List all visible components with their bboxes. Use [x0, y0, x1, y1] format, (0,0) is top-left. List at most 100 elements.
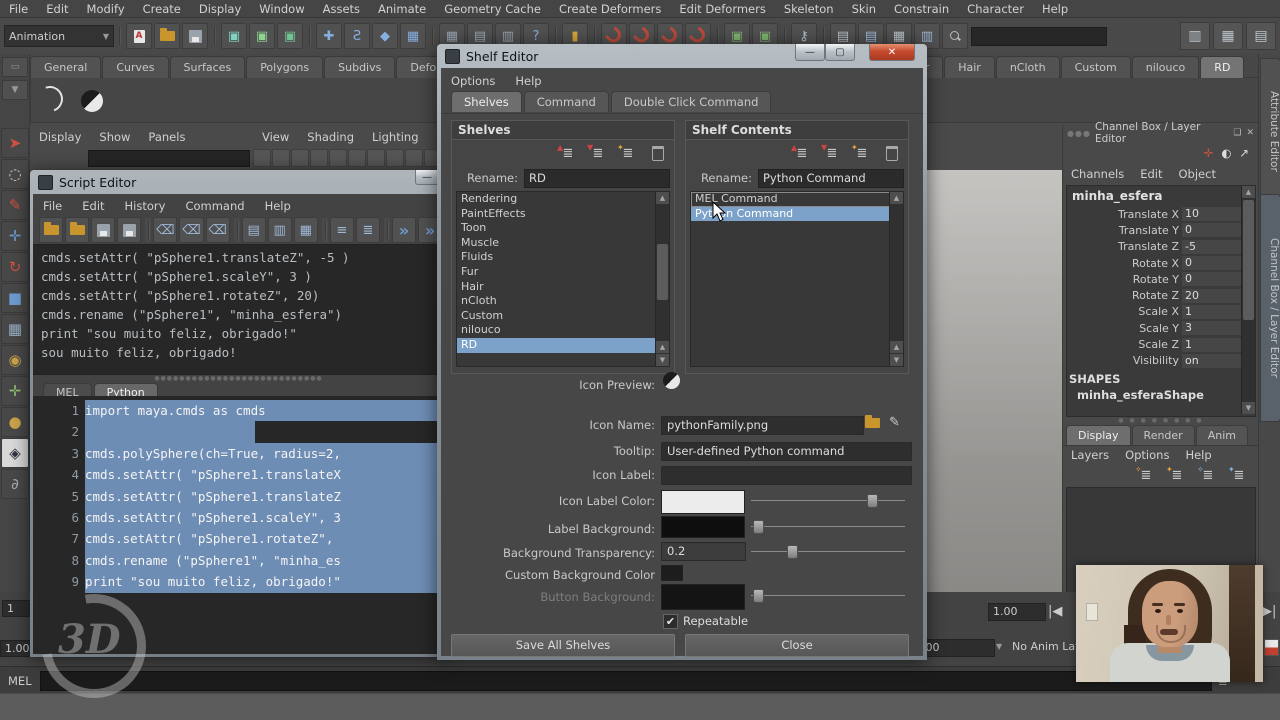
- layer-tab-anim[interactable]: Anim: [1195, 425, 1248, 445]
- viewport-icon-1[interactable]: [253, 149, 271, 167]
- move-shelf-down-icon[interactable]: ≣ ▼: [586, 143, 610, 163]
- shelf-editor-menu-options[interactable]: Options: [441, 71, 505, 91]
- icon-label-color-slider[interactable]: [751, 492, 905, 508]
- lasso-select-tool-icon[interactable]: ◌: [1, 159, 29, 189]
- new-empty-layer-icon[interactable]: ≣ ✧: [1196, 465, 1220, 485]
- saved-layouts-icon[interactable]: ▤: [1246, 22, 1276, 50]
- layer-menu-help[interactable]: Help: [1177, 446, 1219, 464]
- shelf-tab-custom[interactable]: Custom: [1060, 56, 1131, 78]
- shelf-list-item-muscle[interactable]: Muscle: [457, 236, 656, 251]
- snap-to-plane-icon[interactable]: ▦: [400, 23, 426, 49]
- shelf-list-item-ncloth[interactable]: nCloth: [457, 294, 656, 309]
- clear-all-icon[interactable]: ⌫: [205, 217, 230, 243]
- attribute-name[interactable]: Translate Z: [1067, 240, 1182, 253]
- select-tool-icon[interactable]: ➤: [1, 128, 29, 158]
- script-editor-menu-history[interactable]: History: [115, 196, 176, 216]
- open-scene-icon[interactable]: [154, 23, 180, 49]
- shape-name[interactable]: minha_esferaShape: [1067, 386, 1255, 402]
- manipulator-icon[interactable]: ✛: [1204, 146, 1214, 160]
- attribute-name[interactable]: Rotate X: [1067, 257, 1182, 270]
- script-editor-menu-edit[interactable]: Edit: [72, 196, 114, 216]
- search-input[interactable]: [971, 26, 1107, 46]
- shelf-list-item-fluids[interactable]: Fluids: [457, 250, 656, 265]
- scroll-up-icon[interactable]: ▲: [890, 192, 903, 204]
- load-script-icon[interactable]: [65, 217, 90, 243]
- new-item-icon[interactable]: ≣ ✦: [850, 143, 874, 163]
- execute-icon[interactable]: »: [391, 217, 417, 243]
- viewport-icon-9[interactable]: [405, 149, 423, 167]
- scroll-up-icon[interactable]: ▲: [1242, 186, 1255, 198]
- shelf-tab-ncloth[interactable]: nCloth: [995, 56, 1060, 78]
- save-script-to-shelf-icon[interactable]: [117, 217, 142, 243]
- attribute-name[interactable]: Translate X: [1067, 208, 1182, 221]
- perspective-viewport[interactable]: [927, 170, 1062, 592]
- tab-shelves[interactable]: Shelves: [451, 91, 522, 112]
- shelf-list-item-rd[interactable]: RD: [457, 337, 656, 353]
- channel-box-menu-object[interactable]: Object: [1171, 165, 1224, 183]
- shelf-tab-rd[interactable]: RD: [1200, 56, 1245, 78]
- mel-command-shelf-button[interactable]: [32, 81, 68, 117]
- menu-window[interactable]: Window: [250, 2, 313, 16]
- shelf-tab-surfaces[interactable]: Surfaces: [169, 56, 246, 78]
- close-icon[interactable]: ✕: [1244, 128, 1259, 138]
- shelf-list-item-hair[interactable]: Hair: [457, 280, 656, 295]
- attribute-name[interactable]: Rotate Y: [1067, 273, 1182, 286]
- universal-manipulator-tool-icon[interactable]: ▦: [1, 314, 29, 344]
- custom-background-color-swatch[interactable]: [661, 565, 683, 581]
- clear-history-icon[interactable]: ⌫: [153, 217, 178, 243]
- select-edit-icon[interactable]: ↗: [1239, 146, 1249, 160]
- background-transparency-input[interactable]: 0.2: [661, 542, 746, 561]
- save-script-icon[interactable]: [91, 217, 116, 243]
- contents-scrollbar[interactable]: ▲ ▲ ▼: [889, 192, 903, 366]
- select-by-component-icon[interactable]: ▣: [277, 23, 303, 49]
- menu-edit-deformers[interactable]: Edit Deformers: [670, 2, 774, 16]
- attribute-value-field[interactable]: 20: [1182, 288, 1247, 303]
- layout-input-only-icon[interactable]: ▥: [267, 217, 292, 243]
- layout-stacked-icon[interactable]: ▤: [241, 217, 266, 243]
- script-editor-menu-command[interactable]: Command: [175, 196, 254, 216]
- shelves-scrollbar[interactable]: ▲ ▲ ▼: [655, 192, 669, 366]
- attribute-value-field[interactable]: on: [1182, 353, 1247, 368]
- go-to-start-button[interactable]: |◀: [1048, 604, 1062, 619]
- last-tool-tool-icon[interactable]: ●: [1, 407, 29, 437]
- attribute-value-field[interactable]: -5: [1182, 239, 1247, 254]
- viewport-icon-4[interactable]: [310, 149, 328, 167]
- shelf-tab-general[interactable]: General: [30, 56, 102, 78]
- attribute-name[interactable]: Visibility: [1067, 354, 1182, 367]
- scroll-down-icon[interactable]: ▼: [656, 354, 669, 366]
- menu-character[interactable]: Character: [958, 2, 1033, 16]
- sculpt-tool-icon[interactable]: ∂: [1, 469, 29, 499]
- menu-modify[interactable]: Modify: [78, 2, 134, 16]
- background-transparency-slider[interactable]: [751, 543, 905, 559]
- speed-ramp-icon[interactable]: ◐: [1221, 146, 1231, 160]
- shelf-rename-input[interactable]: RD: [524, 168, 670, 188]
- show-line-numbers-icon[interactable]: ≣: [355, 217, 380, 243]
- snap-to-curve-icon[interactable]: Ƨ: [344, 23, 370, 49]
- script-input-pane[interactable]: 1 import maya.cmds as cmds 2 3 cmds.polySphe…: [33, 396, 444, 654]
- menu-geometry-cache[interactable]: Geometry Cache: [435, 2, 550, 16]
- label-background-swatch[interactable]: [661, 516, 745, 538]
- delete-shelf-icon[interactable]: [646, 143, 670, 163]
- snap-to-point-icon[interactable]: ◆: [372, 23, 398, 49]
- shelf-list-item-custom[interactable]: Custom: [457, 309, 656, 324]
- shelf-editor-menu-help[interactable]: Help: [505, 71, 551, 91]
- attribute-name[interactable]: Scale Y: [1067, 322, 1182, 335]
- tooltip-input[interactable]: User-defined Python command: [661, 442, 912, 461]
- attribute-value-field[interactable]: 10: [1182, 207, 1247, 222]
- four-pane-layout-icon[interactable]: ▦: [1213, 22, 1243, 50]
- tab-command[interactable]: Command: [523, 91, 609, 112]
- snap-to-grid-icon[interactable]: ✚: [316, 23, 342, 49]
- single-pane-layout-icon[interactable]: ▥: [1180, 22, 1210, 50]
- move-item-down-icon[interactable]: ≣ ▼: [820, 143, 844, 163]
- go-to-end-button[interactable]: ▶|: [1262, 604, 1276, 619]
- tab-channel-box[interactable]: Channel Box / Layer Editor: [1260, 194, 1280, 422]
- viewport-menu-view[interactable]: View: [253, 126, 298, 148]
- attribute-value-field[interactable]: 3: [1182, 321, 1247, 336]
- viewport-menu-lighting[interactable]: Lighting: [363, 126, 427, 148]
- panel-menu-display[interactable]: Display: [30, 126, 90, 148]
- viewport-icon-3[interactable]: [291, 149, 309, 167]
- close-button[interactable]: ✕: [869, 44, 915, 61]
- script-editor-menu-file[interactable]: File: [33, 196, 72, 216]
- python-command-shelf-button[interactable]: [77, 86, 107, 116]
- rotate-tool-icon[interactable]: ↻: [1, 252, 29, 282]
